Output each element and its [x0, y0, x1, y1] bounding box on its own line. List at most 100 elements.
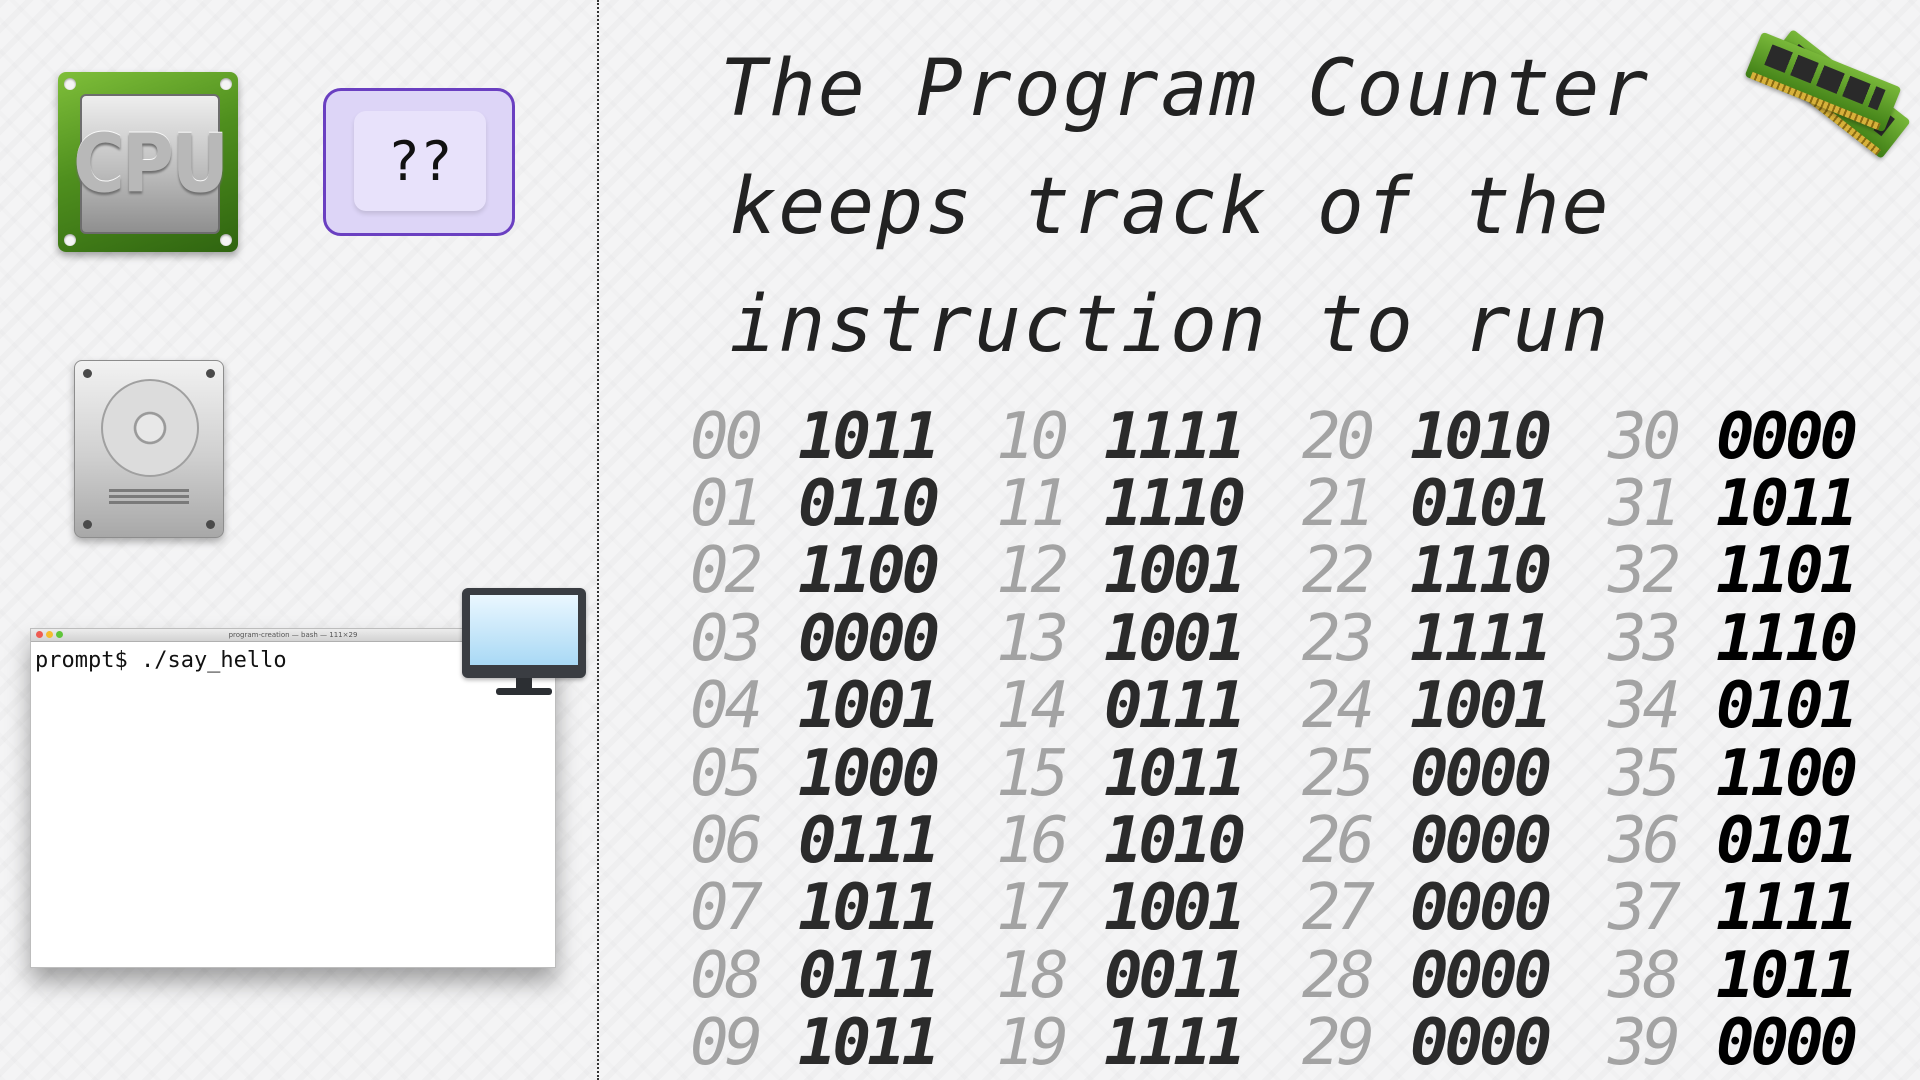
- memory-value: 0000: [1410, 938, 1552, 1013]
- hdd-slot: [109, 495, 189, 498]
- hdd-screw: [206, 369, 215, 378]
- memory-value: 1010: [1410, 399, 1552, 474]
- memory-address: 17: [996, 871, 1069, 946]
- memory-cell: 15 1011: [996, 737, 1302, 811]
- memory-address: 05: [690, 736, 763, 811]
- memory-address: 29: [1302, 1006, 1375, 1080]
- memory-column: 30 0000 31 1011 32 1101 33 1110 34 0101 35 1100 36 01…: [1608, 400, 1914, 1080]
- memory-value: 0101: [1716, 804, 1858, 879]
- memory-address: 37: [1608, 871, 1681, 946]
- memory-address: 10: [996, 399, 1069, 474]
- memory-value: 1001: [798, 669, 940, 744]
- memory-value: 0111: [798, 804, 940, 879]
- memory-value: 1100: [1716, 736, 1858, 811]
- memory-value: 1011: [798, 399, 940, 474]
- memory-address: 19: [996, 1006, 1069, 1080]
- memory-value: 1011: [798, 871, 940, 946]
- memory-cell: 23 1111: [1302, 602, 1608, 676]
- memory-address: 00: [690, 399, 763, 474]
- memory-value: 0111: [798, 938, 940, 1013]
- memory-cell: 10 1111: [996, 400, 1302, 474]
- memory-value: 0000: [1410, 1006, 1552, 1080]
- memory-cell: 32 1101: [1608, 534, 1914, 608]
- memory-cell: 29 0000: [1302, 1006, 1608, 1080]
- cpu-pin: [220, 234, 232, 246]
- memory-cell: 37 1111: [1608, 871, 1914, 945]
- memory-cell: 26 0000: [1302, 804, 1608, 878]
- memory-cell: 20 1010: [1302, 400, 1608, 474]
- memory-value: 1110: [1104, 467, 1246, 542]
- memory-address: 35: [1608, 736, 1681, 811]
- memory-cell: 03 0000: [690, 602, 996, 676]
- memory-column: 00 1011 01 0110 02 1100 03 0000 04 1001 05 1000 06 01…: [690, 400, 996, 1080]
- memory-cell: 04 1001: [690, 669, 996, 743]
- memory-address: 04: [690, 669, 763, 744]
- memory-cell: 05 1000: [690, 737, 996, 811]
- memory-address: 21: [1302, 467, 1375, 542]
- hdd-slot: [109, 489, 189, 492]
- memory-value: 1000: [798, 736, 940, 811]
- memory-cell: 35 1100: [1608, 737, 1914, 811]
- memory-cell: 36 0101: [1608, 804, 1914, 878]
- memory-address: 06: [690, 804, 763, 879]
- memory-cell: 39 0000: [1608, 1006, 1914, 1080]
- memory-cell: 31 1011: [1608, 467, 1914, 541]
- memory-value: 1011: [1716, 938, 1858, 1013]
- memory-address: 09: [690, 1006, 763, 1080]
- memory-address: 33: [1608, 601, 1681, 676]
- memory-address: 01: [690, 467, 763, 542]
- memory-value: 1010: [1104, 804, 1246, 879]
- memory-address: 15: [996, 736, 1069, 811]
- memory-cell: 07 1011: [690, 871, 996, 945]
- memory-value: 1011: [798, 1006, 940, 1080]
- memory-cell: 06 0111: [690, 804, 996, 878]
- memory-value: 0000: [1410, 736, 1552, 811]
- memory-address: 14: [996, 669, 1069, 744]
- memory-cell: 02 1100: [690, 534, 996, 608]
- hdd-slot: [109, 501, 189, 504]
- memory-address: 34: [1608, 669, 1681, 744]
- memory-address: 22: [1302, 534, 1375, 609]
- memory-stick-front: [1744, 31, 1902, 133]
- memory-address: 08: [690, 938, 763, 1013]
- memory-address: 30: [1608, 399, 1681, 474]
- memory-address: 38: [1608, 938, 1681, 1013]
- memory-cell: 14 0111: [996, 669, 1302, 743]
- title-line-2: keeps track of the: [729, 162, 1611, 252]
- memory-cell: 30 0000: [1608, 400, 1914, 474]
- memory-value: 1001: [1104, 534, 1246, 609]
- memory-cell: 13 1001: [996, 602, 1302, 676]
- memory-address: 16: [996, 804, 1069, 879]
- memory-cell: 17 1001: [996, 871, 1302, 945]
- memory-value: 0000: [1410, 871, 1552, 946]
- memory-cell: 09 1011: [690, 1006, 996, 1080]
- memory-address: 26: [1302, 804, 1375, 879]
- memory-value: 0101: [1410, 467, 1552, 542]
- memory-value: 1001: [1104, 601, 1246, 676]
- memory-address: 39: [1608, 1006, 1681, 1080]
- memory-value: 0000: [798, 601, 940, 676]
- hdd-screw: [83, 369, 92, 378]
- memory-value: 0110: [798, 467, 940, 542]
- memory-address: 11: [996, 467, 1069, 542]
- memory-value: 1111: [1104, 399, 1246, 474]
- memory-stick-icon: [1740, 18, 1911, 178]
- memory-cell: 19 1111: [996, 1006, 1302, 1080]
- memory-address: 18: [996, 938, 1069, 1013]
- memory-value: 1100: [798, 534, 940, 609]
- cpu-icon: CPU: [58, 72, 238, 252]
- memory-address: 24: [1302, 669, 1375, 744]
- memory-value: 1110: [1410, 534, 1552, 609]
- memory-address: 23: [1302, 601, 1375, 676]
- cpu-face: CPU: [73, 94, 229, 234]
- memory-cell: 00 1011: [690, 400, 996, 474]
- memory-address: 13: [996, 601, 1069, 676]
- memory-cell: 21 0101: [1302, 467, 1608, 541]
- memory-cell: 33 1110: [1608, 602, 1914, 676]
- memory-value: 1011: [1716, 467, 1858, 542]
- unknown-component-box: ??: [323, 88, 515, 236]
- memory-value: 1111: [1104, 1006, 1246, 1080]
- memory-cell: 25 0000: [1302, 737, 1608, 811]
- memory-cell: 38 1011: [1608, 939, 1914, 1013]
- monitor-screen: [470, 595, 578, 665]
